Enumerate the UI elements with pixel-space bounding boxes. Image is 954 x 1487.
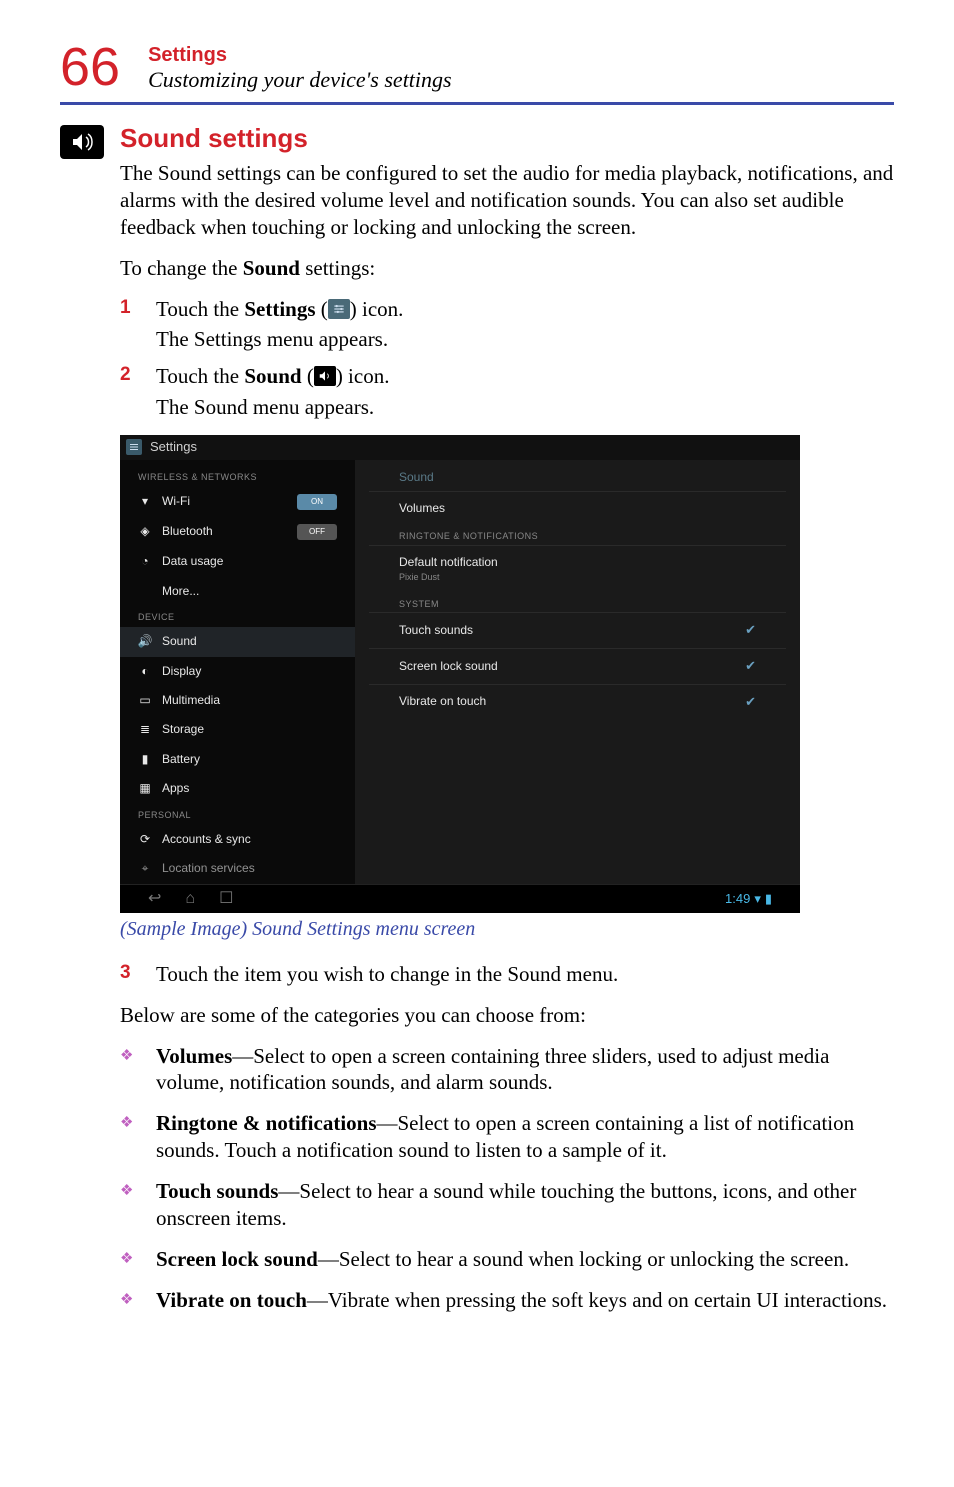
wifi-row[interactable]: ▾ Wi-Fi ON [120, 487, 355, 517]
step-2-number: 2 [120, 363, 134, 390]
screen-lock-sound-item[interactable]: Screen lock sound ✔ [369, 648, 786, 684]
touch-sounds-item[interactable]: Touch sounds ✔ [369, 612, 786, 648]
step-1: 1 Touch the Settings () icon. [120, 296, 894, 323]
diamond-bullet-icon: ❖ [120, 1246, 136, 1273]
storage-icon: ≣ [138, 722, 152, 737]
cat-device: DEVICE [120, 606, 355, 628]
section-title: Sound settings [120, 123, 894, 154]
battery-status-icon: ▮ [765, 891, 772, 908]
recents-icon[interactable]: ☐ [219, 889, 233, 909]
cat-wireless: WIRELESS & NETWORKS [120, 466, 355, 488]
bullet-volumes: ❖ Volumes—Select to open a screen contai… [120, 1043, 894, 1097]
multimedia-icon: ▭ [138, 693, 152, 708]
bullet-touch-sounds: ❖ Touch sounds—Select to hear a sound wh… [120, 1178, 894, 1232]
diamond-bullet-icon: ❖ [120, 1178, 136, 1232]
step-2: 2 Touch the Sound () icon. [120, 363, 894, 390]
right-pane-header: Sound [369, 464, 786, 491]
bullet-ringtone: ❖ Ringtone & notifications—Select to ope… [120, 1110, 894, 1164]
step-1-number: 1 [120, 296, 134, 323]
screenshot-caption: (Sample Image) Sound Settings menu scree… [120, 917, 894, 943]
data-usage-row[interactable]: ◔ Data usage [120, 547, 355, 576]
display-icon: ◐ [138, 664, 152, 679]
cat-ringtone: RINGTONE & NOTIFICATIONS [369, 525, 786, 545]
bluetooth-toggle[interactable]: OFF [297, 524, 337, 540]
speaker-icon [60, 125, 104, 159]
page-number: 66 [60, 40, 120, 94]
cat-system: SYSTEM [369, 593, 786, 613]
bluetooth-row[interactable]: ◈ Bluetooth OFF [120, 517, 355, 547]
back-icon[interactable]: ↩ [148, 889, 161, 909]
below-line: Below are some of the categories you can… [120, 1002, 894, 1029]
volumes-item[interactable]: Volumes [369, 491, 786, 525]
step-2-sub: The Sound menu appears. [156, 394, 894, 421]
bullet-screen-lock: ❖ Screen lock sound—Select to hear a sou… [120, 1246, 894, 1273]
cat-personal: PERSONAL [120, 804, 355, 826]
battery-icon: ▮ [138, 752, 152, 767]
apps-row[interactable]: ▦ Apps [120, 774, 355, 803]
sample-screenshot: Settings WIRELESS & NETWORKS ▾ Wi-Fi ON … [120, 435, 800, 913]
check-icon: ✔ [745, 622, 756, 639]
multimedia-row[interactable]: ▭ Multimedia [120, 686, 355, 715]
home-icon[interactable]: ⌂ [185, 889, 195, 909]
sync-icon: ⟳ [138, 832, 152, 847]
check-icon: ✔ [745, 658, 756, 675]
vibrate-on-touch-item[interactable]: Vibrate on touch ✔ [369, 684, 786, 720]
accounts-row[interactable]: ⟳ Accounts & sync [120, 825, 355, 854]
wifi-status-icon: ▾ [754, 891, 761, 908]
sound-row-icon: 🔊 [138, 634, 152, 649]
bluetooth-icon: ◈ [138, 524, 152, 539]
default-notification-item[interactable]: Default notification Pixie Dust [369, 545, 786, 593]
data-icon: ◔ [138, 554, 152, 569]
lead-line: To change the Sound settings: [120, 255, 894, 282]
wifi-toggle[interactable]: ON [297, 494, 337, 510]
screenshot-title: Settings [150, 439, 197, 456]
intro-paragraph: The Sound settings can be configured to … [120, 160, 894, 241]
sound-row[interactable]: 🔊 Sound [120, 627, 355, 656]
location-icon: ⌖ [138, 861, 152, 876]
check-icon: ✔ [745, 694, 756, 711]
settings-app-icon [126, 439, 142, 455]
diamond-bullet-icon: ❖ [120, 1110, 136, 1164]
step-3: 3 Touch the item you wish to change in t… [120, 961, 894, 988]
diamond-bullet-icon: ❖ [120, 1287, 136, 1314]
bullet-vibrate: ❖ Vibrate on touch—Vibrate when pressing… [120, 1287, 894, 1314]
header-rule [60, 102, 894, 105]
step-1-sub: The Settings menu appears. [156, 326, 894, 353]
battery-row[interactable]: ▮ Battery [120, 745, 355, 774]
status-clock: 1:49 ▾ ▮ [725, 891, 772, 908]
diamond-bullet-icon: ❖ [120, 1043, 136, 1097]
more-row[interactable]: More... [120, 577, 355, 606]
location-row[interactable]: ⌖ Location services [120, 854, 355, 883]
apps-icon: ▦ [138, 781, 152, 796]
step-3-number: 3 [120, 961, 134, 988]
sound-icon [314, 366, 336, 386]
page-header: 66 Settings Customizing your device's se… [60, 40, 894, 94]
header-subtitle: Customizing your device's settings [148, 67, 452, 93]
storage-row[interactable]: ≣ Storage [120, 715, 355, 744]
display-row[interactable]: ◐ Display [120, 657, 355, 686]
settings-icon [328, 299, 350, 319]
header-title: Settings [148, 44, 452, 67]
wifi-icon: ▾ [138, 494, 152, 509]
